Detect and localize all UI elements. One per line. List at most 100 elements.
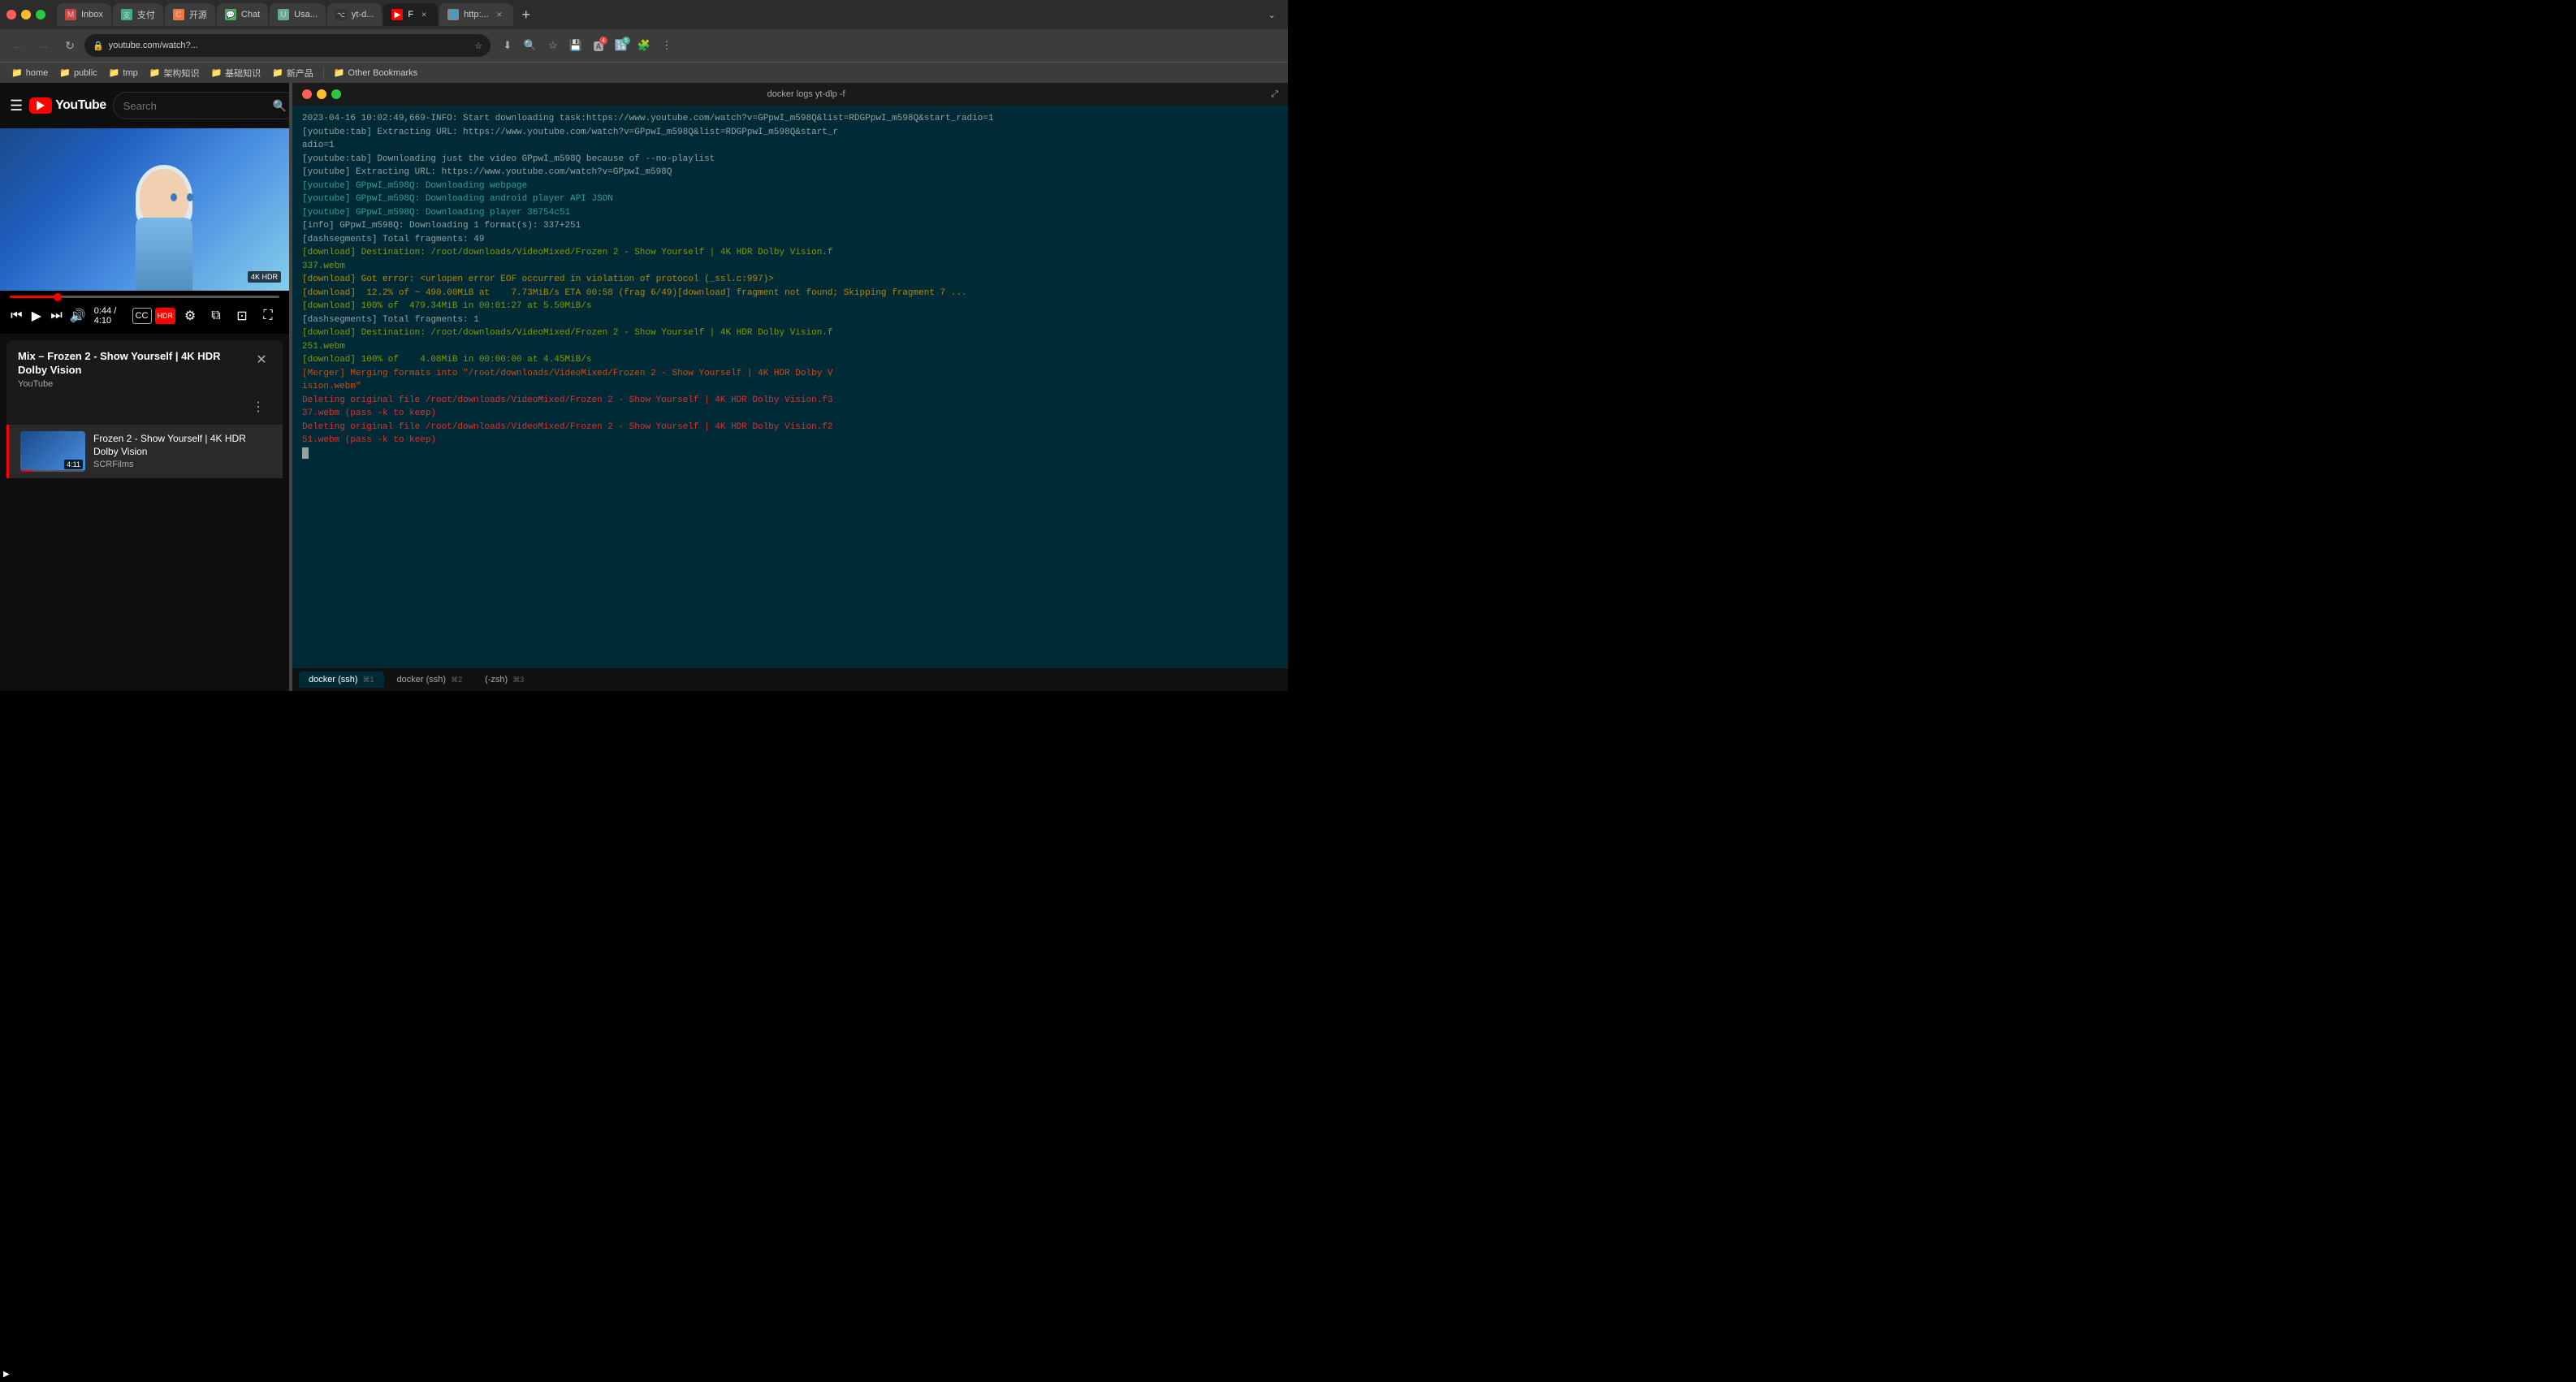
hdr-button[interactable]: HDR <box>155 308 176 324</box>
youtube-search-bar[interactable]: 🔍 <box>113 92 289 119</box>
search-icon: 🔍 <box>273 99 287 113</box>
close-window-button[interactable] <box>6 10 16 19</box>
miniplayer-button[interactable]: ⧉ <box>205 304 227 327</box>
terminal-title: docker logs yt-dlp -f <box>348 89 1264 99</box>
time-total: 4:10 <box>94 316 111 326</box>
term-line-12: [download] 100% of 479.34MiB in 00:01:27… <box>302 300 1278 313</box>
youtube-menu-button[interactable]: ☰ <box>10 91 23 120</box>
tab-youtube[interactable]: ▶ F ✕ <box>383 3 438 26</box>
bookmark-basics-label: 📁 <box>210 67 222 78</box>
video-frame[interactable]: 4K HDR <box>0 128 289 291</box>
bookmark-architecture-label: 📁 <box>149 67 161 78</box>
term-line-8: [dashsegments] Total fragments: 49 <box>302 233 1278 247</box>
tab-favicon-chat: 💬 <box>225 9 236 20</box>
tab-chat[interactable]: 💬 Chat <box>217 3 268 26</box>
bookmark-home-text: home <box>26 68 49 78</box>
terminal-tab-1-num: ⌘1 <box>363 676 374 685</box>
terminal-tab-1[interactable]: docker (ssh) ⌘1 <box>299 672 384 688</box>
bookmark-other[interactable]: 📁 Other Bookmarks <box>329 66 422 80</box>
search-input[interactable] <box>123 100 266 112</box>
tab-label-chat: Chat <box>241 10 260 19</box>
bookmark-home[interactable]: 📁 home <box>6 66 53 80</box>
tab-close-http[interactable]: ✕ <box>494 9 505 20</box>
terminal-resize-icon[interactable]: ⤢ <box>1271 89 1278 100</box>
tab-zhifu[interactable]: 支 支付 <box>113 3 163 26</box>
save-page-icon[interactable]: 💾 <box>565 35 586 56</box>
term-line-13: [dashsegments] Total fragments: 1 <box>302 313 1278 327</box>
extensions-puzzle-icon[interactable]: 🧩 <box>633 35 655 56</box>
fullscreen-button[interactable]: ⛶ <box>257 304 279 327</box>
playlist-item[interactable]: ▶ 4:11 Frozen 2 - Show Yourself | 4K HDR… <box>6 425 283 478</box>
tab-label-gmail: Inbox <box>81 10 103 19</box>
thumbnail-duration: 4:11 <box>64 460 83 469</box>
bookmark-basics[interactable]: 📁 基础知识 <box>205 65 266 81</box>
tab-usages[interactable]: U Usa... <box>270 3 326 26</box>
reload-button[interactable]: ↻ <box>58 34 81 57</box>
terminal-maximize-button[interactable] <box>331 89 341 99</box>
mix-title: Mix – Frozen 2 - Show Yourself | 4K HDR … <box>18 350 252 378</box>
volume-button[interactable]: 🔊 <box>70 304 86 327</box>
bookmark-star-icon[interactable]: ☆ <box>474 41 482 51</box>
bookmark-tmp-label: 📁 <box>109 67 120 78</box>
minimize-window-button[interactable] <box>21 10 31 19</box>
tab-gmail[interactable]: M Inbox <box>57 3 111 26</box>
more-options-icon[interactable]: ⋮ <box>656 35 677 56</box>
tab-http[interactable]: 🌐 http:... ✕ <box>439 3 513 26</box>
tab-favicon-usages: U <box>278 9 289 20</box>
new-tab-button[interactable]: + <box>515 3 538 26</box>
captions-button[interactable]: CC <box>132 308 152 324</box>
bookmarks-bar: 📁 home 📁 public 📁 tmp 📁 架构知识 📁 基础知识 📁 新产… <box>0 62 1288 83</box>
bookmark-other-text: Other Bookmarks <box>348 68 418 78</box>
back-button[interactable]: ← <box>6 34 29 57</box>
progress-bar[interactable] <box>10 296 279 298</box>
time-current: 0:44 <box>94 306 111 316</box>
bookmark-public[interactable]: 📁 public <box>54 66 102 80</box>
extension-icon-2[interactable]: 🔢 5 <box>611 35 632 56</box>
download-icon[interactable]: ⬇ <box>497 35 518 56</box>
tab-github[interactable]: ⌥ yt-d... <box>327 3 383 26</box>
theater-mode-button[interactable]: ⊡ <box>231 304 253 327</box>
terminal-tab-3[interactable]: (-zsh) ⌘3 <box>475 672 534 688</box>
bookmark-home-label: 📁 <box>11 67 23 78</box>
tab-list-button[interactable]: ⌄ <box>1262 5 1282 24</box>
terminal-close-button[interactable] <box>302 89 312 99</box>
playlist-item-info: Frozen 2 - Show Yourself | 4K HDR Dolby … <box>93 433 271 469</box>
mix-more-button[interactable]: ⋮ <box>245 395 271 418</box>
forward-button[interactable]: → <box>32 34 55 57</box>
tab-close-youtube[interactable]: ✕ <box>418 9 430 20</box>
terminal-tab-3-label: (-zsh) <box>485 675 508 685</box>
terminal-minimize-button[interactable] <box>317 89 326 99</box>
term-line-7: [info] GPpwI_m598Q: Downloading 1 format… <box>302 219 1278 233</box>
playlist-item-channel: SCRFilms <box>93 460 271 469</box>
mix-close-button[interactable]: ✕ <box>252 350 271 369</box>
window-traffic-lights <box>6 10 45 19</box>
term-line-4: [youtube] GPpwI_m598Q: Downloading webpa… <box>302 179 1278 193</box>
tab-kaifang[interactable]: C 开源 <box>165 3 215 26</box>
terminal-tab-2-label: docker (ssh) <box>397 675 447 685</box>
play-pause-button[interactable]: ▶ <box>30 304 44 327</box>
bookmark-newproduct-text: 新产品 <box>287 67 313 80</box>
bookmark-tmp[interactable]: 📁 tmp <box>104 66 143 80</box>
bookmark-icon[interactable]: ☆ <box>542 35 564 56</box>
bookmark-newproduct-label: 📁 <box>272 67 283 78</box>
thumb-progress-fill <box>20 470 32 472</box>
bookmark-architecture[interactable]: 📁 架构知识 <box>145 65 205 81</box>
skip-back-button[interactable]: ⏮ <box>10 304 24 327</box>
settings-button[interactable]: ⚙ <box>179 304 201 327</box>
terminal-tab-2[interactable]: docker (ssh) ⌘2 <box>387 672 473 688</box>
term-line-11: [download] 12.2% of ~ 490.00MiB at 7.73M… <box>302 287 1278 300</box>
youtube-logo[interactable]: YouTube <box>29 97 106 114</box>
maximize-window-button[interactable] <box>36 10 45 19</box>
toolbar-icons: ⬇ 🔍 ☆ 💾 🅰 4 🔢 5 🧩 ⋮ <box>497 35 677 56</box>
elsa-body <box>136 218 192 291</box>
skip-forward-button[interactable]: ⏭ <box>50 304 63 327</box>
zoom-icon[interactable]: 🔍 <box>520 35 541 56</box>
address-bar[interactable]: 🔒 youtube.com/watch?... ☆ <box>84 34 491 57</box>
youtube-logo-text: YouTube <box>55 98 106 113</box>
elsa-eyes <box>171 193 193 201</box>
bookmark-newproduct[interactable]: 📁 新产品 <box>267 65 318 81</box>
progress-bar-handle[interactable] <box>54 293 62 301</box>
tab-favicon-youtube: ▶ <box>391 9 403 20</box>
extension-icon-1[interactable]: 🅰 4 <box>588 35 609 56</box>
terminal-body[interactable]: 2023-04-16 10:02:49,669-INFO: Start down… <box>292 106 1288 668</box>
